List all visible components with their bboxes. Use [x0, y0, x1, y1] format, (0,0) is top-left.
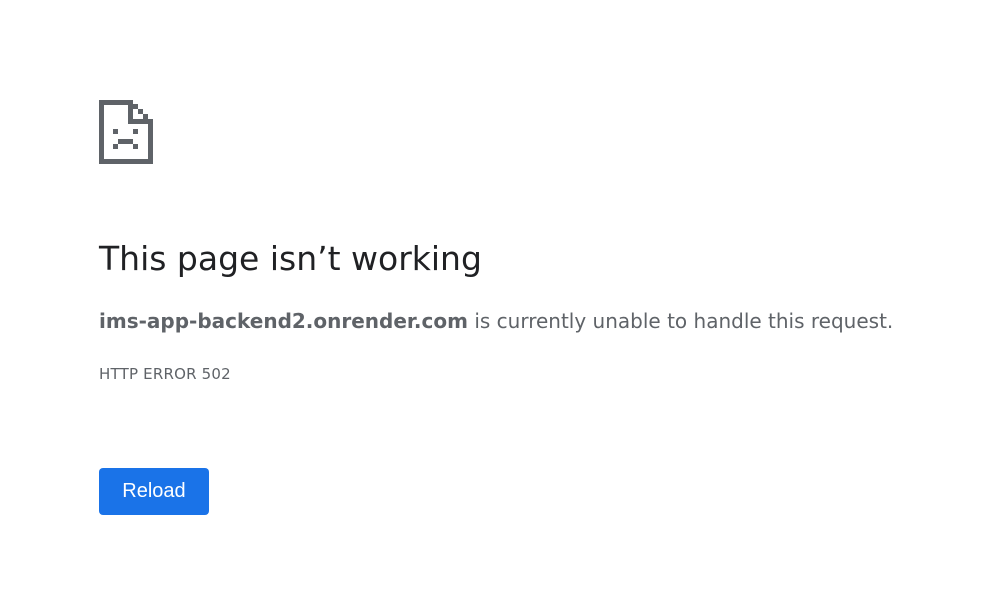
- host-name: ims-app-backend2.onrender.com: [99, 309, 468, 333]
- error-code: HTTP ERROR 502: [99, 365, 231, 383]
- error-summary: ims-app-backend2.onrender.com is current…: [99, 307, 893, 335]
- reload-button[interactable]: Reload: [99, 468, 209, 515]
- sad-document-icon: [99, 100, 153, 164]
- page-title: This page isn’t working: [99, 239, 482, 278]
- error-summary-text: is currently unable to handle this reque…: [467, 309, 894, 333]
